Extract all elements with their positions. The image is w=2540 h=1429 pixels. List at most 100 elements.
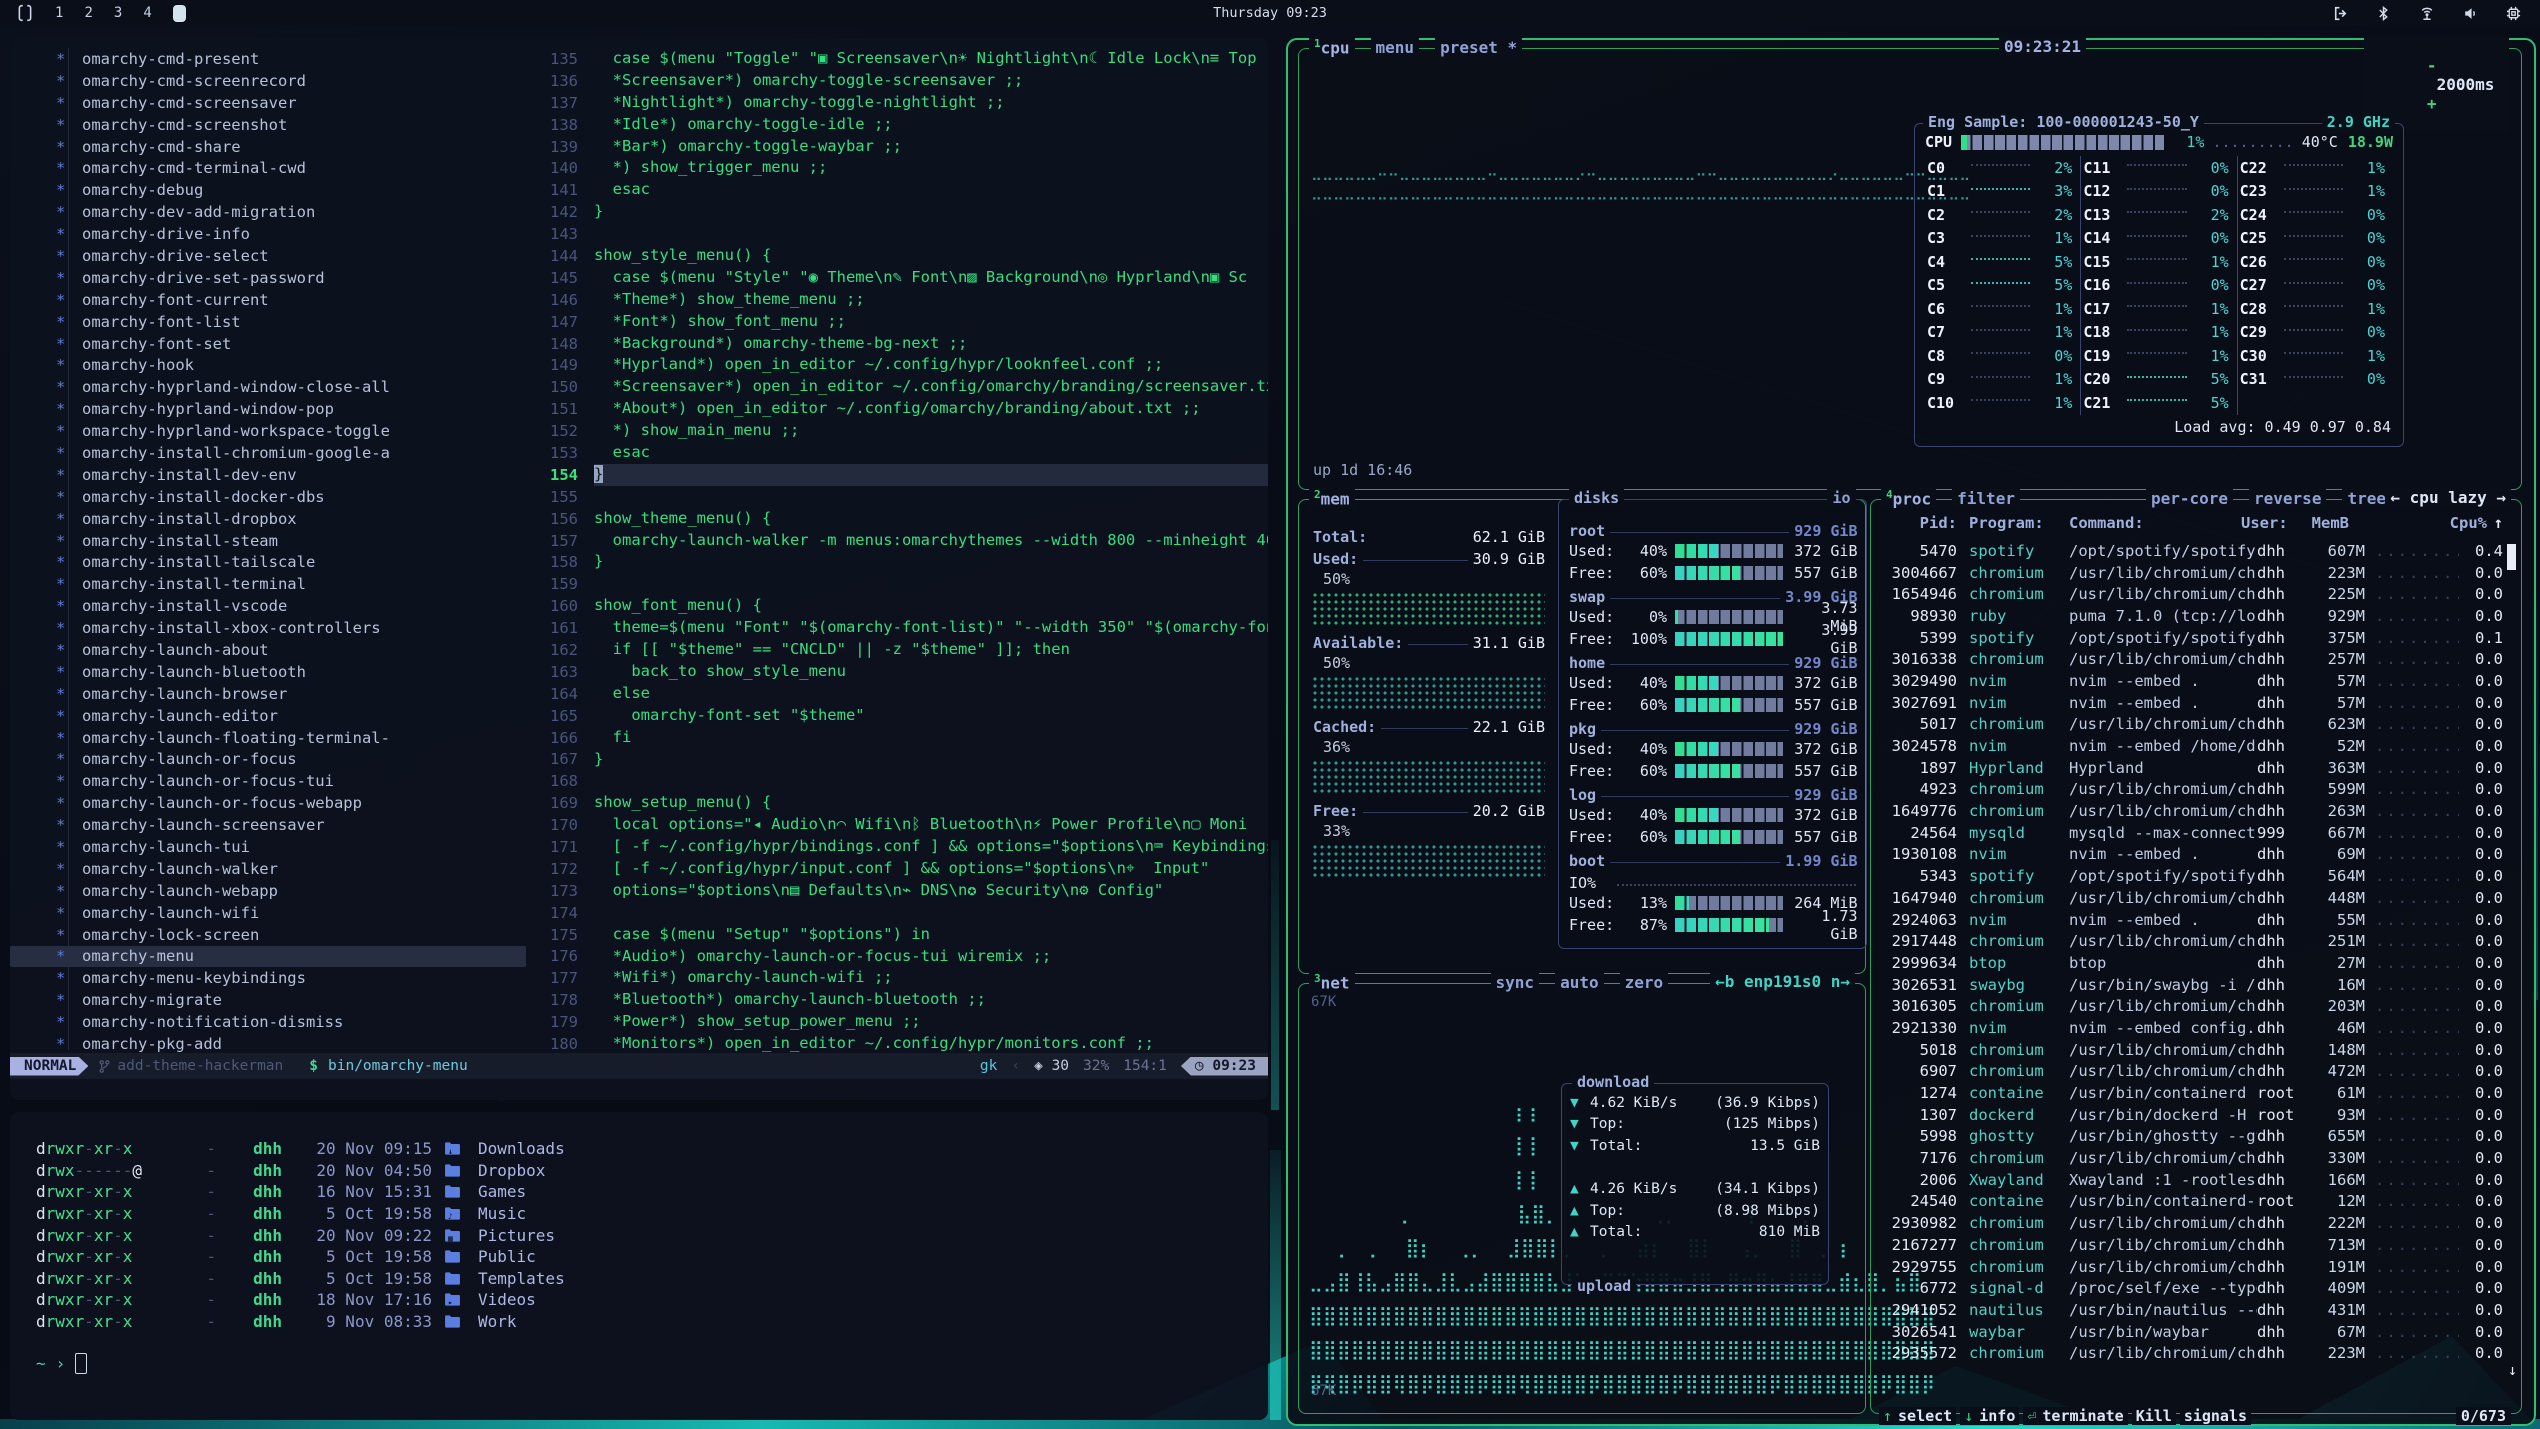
- code-line[interactable]: esac: [594, 179, 1268, 201]
- code-line[interactable]: *Bar*) omarchy-toggle-waybar ;;: [594, 136, 1268, 158]
- code-line[interactable]: fi: [594, 727, 1268, 749]
- file-item[interactable]: *omarchy-launch-or-focus-tui: [10, 770, 526, 792]
- footer-button-Kill[interactable]: Kill: [2132, 1407, 2176, 1425]
- file-item[interactable]: *omarchy-drive-info: [10, 223, 526, 245]
- scroll-down-icon[interactable]: ↓: [2508, 1361, 2517, 1379]
- code-line[interactable]: }: [594, 551, 1268, 573]
- footer-button-signals[interactable]: signals: [2180, 1407, 2251, 1425]
- code-line[interactable]: [594, 573, 1268, 595]
- process-row[interactable]: 5343spotify/opt/spotify/spotifydhh564M..…: [1881, 865, 2503, 887]
- code-line[interactable]: *Power*) show_setup_power_menu ;;: [594, 1011, 1268, 1033]
- code-line[interactable]: show_theme_menu() {: [594, 508, 1268, 530]
- code-line[interactable]: *About*) open_in_editor ~/.config/omarch…: [594, 398, 1268, 420]
- file-item[interactable]: *omarchy-cmd-present: [10, 48, 526, 70]
- file-item[interactable]: *omarchy-hyprland-window-pop: [10, 398, 526, 420]
- code-line[interactable]: }: [594, 749, 1268, 771]
- sort-column[interactable]: Cpu%: [2447, 514, 2487, 532]
- file-item[interactable]: *omarchy-menu: [10, 946, 526, 968]
- code-line[interactable]: [594, 770, 1268, 792]
- file-item[interactable]: *omarchy-cmd-terminal-cwd: [10, 157, 526, 179]
- per-core-button[interactable]: per-core: [2146, 489, 2233, 508]
- process-row[interactable]: 5470spotify/opt/spotify/spotify --dhh607…: [1881, 540, 2503, 562]
- file-item[interactable]: *omarchy-font-current: [10, 289, 526, 311]
- file-item[interactable]: *omarchy-drive-select: [10, 245, 526, 267]
- code-line[interactable]: *Wifi*) omarchy-launch-wifi ;;: [594, 967, 1268, 989]
- code-line[interactable]: if [[ "$theme" == "CNCLD" || -z "$theme"…: [594, 639, 1268, 661]
- process-row[interactable]: 24564mysqldmysqld --max-connection999667…: [1881, 822, 2503, 844]
- code-line[interactable]: *Screensaver*) open_in_editor ~/.config/…: [594, 376, 1268, 398]
- process-row[interactable]: 1647940chromium/usr/lib/chromium/chromdh…: [1881, 887, 2503, 909]
- process-row[interactable]: 3016305chromium/usr/lib/chromium/chromdh…: [1881, 995, 2503, 1017]
- code-line[interactable]: back_to show_style_menu: [594, 661, 1268, 683]
- process-row[interactable]: 2930982chromium/usr/lib/chromium/chromdh…: [1881, 1212, 2503, 1234]
- process-row[interactable]: 3026541waybar/usr/bin/waybardhh67M......…: [1881, 1321, 2503, 1343]
- proc-scrollbar-thumb[interactable]: [2507, 544, 2516, 570]
- io-mode-button[interactable]: io: [1827, 489, 1855, 507]
- reverse-button[interactable]: reverse: [2249, 489, 2326, 508]
- file-item[interactable]: *omarchy-hyprland-window-close-all: [10, 376, 526, 398]
- footer-button-info[interactable]: ↓info: [1960, 1407, 2019, 1425]
- code-line[interactable]: show_font_menu() {: [594, 595, 1268, 617]
- code-line[interactable]: [594, 902, 1268, 924]
- code-line[interactable]: *Bluetooth*) omarchy-launch-bluetooth ;;: [594, 989, 1268, 1011]
- file-item[interactable]: *omarchy-launch-bluetooth: [10, 661, 526, 683]
- code-line[interactable]: *) show_trigger_menu ;;: [594, 157, 1268, 179]
- sync-button[interactable]: sync: [1491, 973, 1540, 992]
- process-row[interactable]: 1897HyprlandHyprlanddhh363M.........0.0: [1881, 757, 2503, 779]
- file-item[interactable]: *omarchy-notification-dismiss: [10, 1011, 526, 1033]
- filter-button[interactable]: filter: [1952, 489, 2020, 508]
- file-item[interactable]: *omarchy-launch-walker: [10, 858, 526, 880]
- process-row[interactable]: 6907chromium/usr/lib/chromium/chromdhh47…: [1881, 1061, 2503, 1083]
- file-item[interactable]: *omarchy-cmd-screenrecord: [10, 70, 526, 92]
- file-item[interactable]: *omarchy-launch-webapp: [10, 880, 526, 902]
- process-row[interactable]: 1930108nvimnvim --embed .dhh69M.........…: [1881, 844, 2503, 866]
- footer-button-terminate[interactable]: ⏎terminate: [2023, 1407, 2127, 1425]
- file-item[interactable]: *omarchy-launch-editor: [10, 705, 526, 727]
- process-row[interactable]: 2929755chromium/usr/lib/chromium/chromdh…: [1881, 1256, 2503, 1278]
- file-item[interactable]: *omarchy-launch-tui: [10, 836, 526, 858]
- process-row[interactable]: 2941052nautilus/usr/bin/nautilus --gapdh…: [1881, 1299, 2503, 1321]
- process-row[interactable]: 2924063nvimnvim --embed .dhh55M.........…: [1881, 909, 2503, 931]
- file-item[interactable]: *omarchy-install-dev-env: [10, 464, 526, 486]
- process-row[interactable]: 1307dockerd/usr/bin/dockerd -H fd:root93…: [1881, 1104, 2503, 1126]
- code-line[interactable]: *) show_main_menu ;;: [594, 420, 1268, 442]
- file-item[interactable]: *omarchy-font-set: [10, 333, 526, 355]
- code-line[interactable]: *Screensaver*) omarchy-toggle-screensave…: [594, 70, 1268, 92]
- code-line[interactable]: case $(menu "Style" "◉ Theme\n✎ Font\n▨ …: [594, 267, 1268, 289]
- process-row[interactable]: 1654946chromium/usr/lib/chromium/chromdh…: [1881, 583, 2503, 605]
- auto-button[interactable]: auto: [1555, 973, 1604, 992]
- file-item[interactable]: *omarchy-launch-wifi: [10, 902, 526, 924]
- file-item[interactable]: *omarchy-lock-screen: [10, 924, 526, 946]
- code-line[interactable]: }: [594, 464, 1268, 486]
- code-line[interactable]: esac: [594, 442, 1268, 464]
- code-line[interactable]: options="$options\n▤ Defaults\n⌁ DNS\n✪ …: [594, 880, 1268, 902]
- file-item[interactable]: *omarchy-launch-floating-terminal-: [10, 727, 526, 749]
- process-row[interactable]: 98930rubypuma 7.1.0 (tcp://localdhh929M.…: [1881, 605, 2503, 627]
- code-line[interactable]: [594, 223, 1268, 245]
- code-line[interactable]: *Nightlight*) omarchy-toggle-nightlight …: [594, 92, 1268, 114]
- file-item[interactable]: *omarchy-install-docker-dbs: [10, 486, 526, 508]
- process-row[interactable]: 3024578nvimnvim --embed /home/dhh/dhh52M…: [1881, 735, 2503, 757]
- file-item[interactable]: *omarchy-menu-keybindings: [10, 967, 526, 989]
- file-item[interactable]: *omarchy-dev-add-migration: [10, 201, 526, 223]
- code-line[interactable]: omarchy-font-set "$theme": [594, 705, 1268, 727]
- shell-prompt[interactable]: ~›: [36, 1353, 565, 1374]
- sort-direction-icon[interactable]: ↑: [2487, 514, 2503, 532]
- process-row[interactable]: 2167277chromium/usr/lib/chromium/chromdh…: [1881, 1234, 2503, 1256]
- file-item[interactable]: *omarchy-launch-or-focus: [10, 749, 526, 771]
- process-row[interactable]: 7176chromium/usr/lib/chromium/chromdhh33…: [1881, 1147, 2503, 1169]
- process-row[interactable]: 24540containe/usr/bin/containerd-shiroot…: [1881, 1191, 2503, 1213]
- preset-button[interactable]: preset *: [1435, 38, 1522, 57]
- file-item[interactable]: *omarchy-hook: [10, 354, 526, 376]
- process-row[interactable]: 5017chromium/usr/lib/chromium/chromdhh62…: [1881, 714, 2503, 736]
- process-row[interactable]: 2921330nvimnvim --embed config.jsodhh46M…: [1881, 1017, 2503, 1039]
- file-item[interactable]: *omarchy-install-xbox-controllers: [10, 617, 526, 639]
- process-row[interactable]: 2006XwaylandXwayland :1 -rootless -dhh16…: [1881, 1169, 2503, 1191]
- menu-button[interactable]: menu: [1371, 38, 1420, 57]
- code-line[interactable]: theme=$(menu "Font" "$(omarchy-font-list…: [594, 617, 1268, 639]
- process-row[interactable]: 6772signal-d/proc/self/exe --type=rdhh40…: [1881, 1277, 2503, 1299]
- process-row[interactable]: 1274containe/usr/bin/containerdroot61M..…: [1881, 1082, 2503, 1104]
- code-line[interactable]: *Font*) show_font_menu ;;: [594, 311, 1268, 333]
- code-line[interactable]: *Background*) omarchy-theme-bg-next ;;: [594, 333, 1268, 355]
- code-line[interactable]: else: [594, 683, 1268, 705]
